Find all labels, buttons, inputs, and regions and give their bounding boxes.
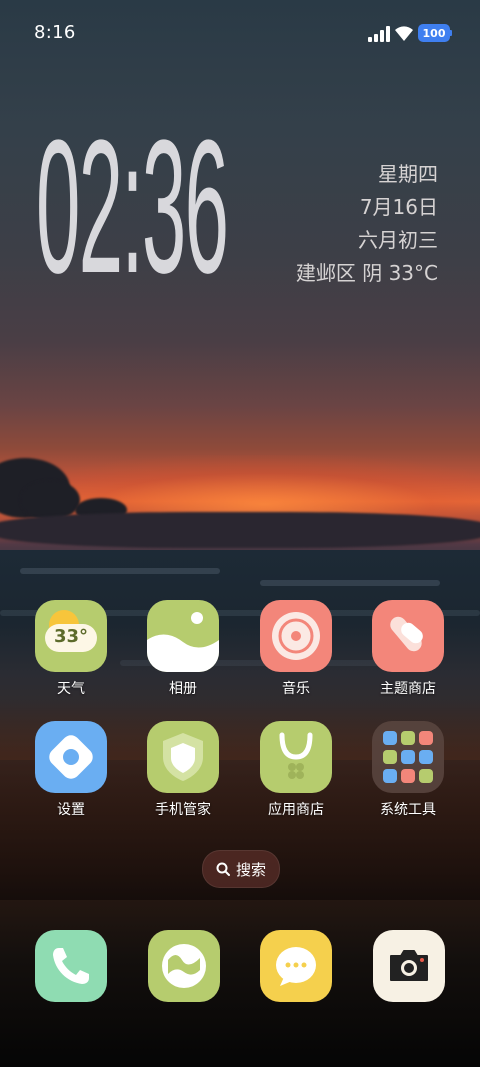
date-weather-widget[interactable]: 星期四 7月16日 六月初三 建邺区 阴 33°C [296, 158, 438, 290]
weather-icon: 33° [35, 600, 107, 672]
app-settings[interactable]: 设置 [23, 721, 119, 819]
app-theme-store[interactable]: 主题商店 [360, 600, 456, 698]
app-app-store[interactable]: 应用商店 [248, 721, 344, 819]
date: 7月16日 [359, 195, 438, 219]
camera-icon[interactable] [373, 930, 445, 1002]
app-label: 手机管家 [155, 802, 211, 818]
gallery-icon [147, 600, 219, 672]
clock-widget[interactable]: 02:36 [36, 112, 229, 302]
folder-icon [372, 721, 444, 793]
app-label: 设置 [57, 802, 85, 818]
theme-store-icon [372, 600, 444, 672]
app-weather[interactable]: 33° 天气 [23, 600, 119, 698]
app-music[interactable]: 音乐 [248, 600, 344, 698]
lunar-date: 六月初三 [358, 228, 438, 252]
horizon-clouds [0, 512, 480, 548]
folder-system-tools[interactable]: 系统工具 [360, 721, 456, 819]
app-gallery[interactable]: 相册 [135, 600, 231, 698]
app-label: 相册 [169, 681, 197, 697]
weekday: 星期四 [378, 162, 438, 186]
clock-time: 02:36 [36, 101, 229, 313]
weather-temp-badge: 33° [53, 626, 89, 647]
app-label: 系统工具 [380, 802, 436, 818]
browser-icon[interactable] [148, 930, 220, 1002]
settings-icon [35, 721, 107, 793]
app-security[interactable]: 手机管家 [135, 721, 231, 819]
battery-icon: 100 [418, 24, 450, 42]
search-button[interactable]: 搜索 [202, 850, 280, 888]
phone-icon[interactable] [35, 930, 107, 1002]
app-label: 应用商店 [268, 802, 324, 818]
app-label: 音乐 [282, 681, 310, 697]
search-label: 搜索 [235, 860, 266, 879]
wifi-icon [395, 26, 413, 41]
weather-summary: 建邺区 阴 33°C [295, 261, 438, 285]
battery-tip [450, 30, 452, 36]
status-time: 8:16 [34, 22, 76, 43]
music-icon [260, 600, 332, 672]
search-icon [216, 862, 230, 876]
app-label: 天气 [57, 681, 85, 697]
app-store-icon [260, 721, 332, 793]
battery-level: 100 [422, 26, 446, 40]
messages-icon[interactable] [260, 930, 332, 1002]
status-bar: 8:16 100 [0, 0, 480, 68]
app-label: 主题商店 [380, 681, 436, 697]
security-icon [147, 721, 219, 793]
signal-icon [368, 26, 390, 42]
